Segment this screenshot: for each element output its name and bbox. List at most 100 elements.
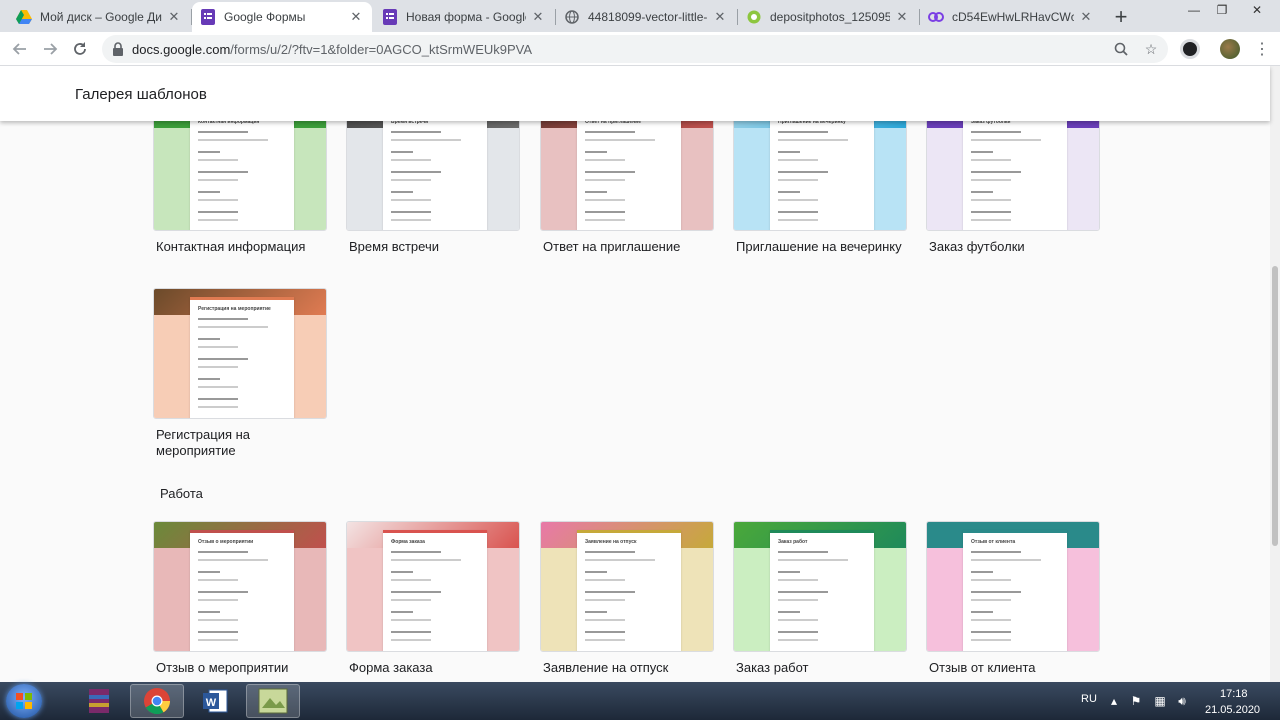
tab-new-form[interactable]: Новая форма - Google ✕: [374, 2, 554, 32]
url-text: docs.google.com/forms/u/2/?ftv=1&folder=…: [132, 42, 532, 57]
preview-line: [778, 191, 800, 193]
template-label[interactable]: Регистрация на мероприятие: [156, 427, 328, 459]
template-label[interactable]: Отзыв о мероприятии: [156, 660, 328, 676]
image-viewer-app[interactable]: [246, 684, 300, 718]
template-label[interactable]: Заявление на отпуск: [543, 660, 715, 676]
preview-line: [778, 199, 818, 201]
preview-line: [778, 619, 818, 621]
template-preview-title: Регистрация на мероприятие: [198, 306, 271, 312]
window-close-icon[interactable]: ✕: [1240, 0, 1274, 20]
globe-icon: [564, 9, 580, 25]
winrar-app[interactable]: [72, 684, 126, 718]
start-button[interactable]: [6, 684, 42, 718]
preview-line: [971, 191, 993, 193]
preview-line: [778, 171, 828, 173]
preview-line: [198, 631, 238, 633]
preview-line: [778, 551, 828, 553]
preview-line: [198, 366, 238, 368]
preview-line: [198, 406, 238, 408]
template-card[interactable]: Отзыв от клиента: [926, 521, 1100, 652]
volume-icon[interactable]: 🔊︎: [1174, 693, 1190, 709]
preview-line: [971, 559, 1041, 561]
preview-line: [198, 551, 248, 553]
word-icon: W: [203, 689, 228, 713]
template-preview-title: Отзыв от клиента: [971, 539, 1016, 545]
preview-line: [585, 191, 607, 193]
extension-icon[interactable]: [1180, 39, 1200, 59]
chevron-up-icon[interactable]: ▴: [1106, 693, 1122, 709]
template-card[interactable]: Заказ работ: [733, 521, 907, 652]
tab-depositphotos[interactable]: depositphotos_1250959 ✕: [738, 2, 918, 32]
url-path: /forms/u/2/?ftv=1&folder=0AGCO_ktSrmWEUk…: [230, 42, 533, 57]
preview-line: [585, 131, 635, 133]
address-bar[interactable]: docs.google.com/forms/u/2/?ftv=1&folder=…: [102, 35, 1168, 63]
action-center-flag-icon[interactable]: ⚑: [1128, 693, 1144, 709]
template-card[interactable]: Регистрация на мероприятие: [153, 288, 327, 419]
clock-date[interactable]: 21.05.2020: [1205, 704, 1260, 716]
word-app[interactable]: W: [188, 684, 242, 718]
scrollbar-thumb[interactable]: [1272, 266, 1278, 546]
tab-link[interactable]: cD54EwHwLRHavCWc8r ✕: [920, 2, 1102, 32]
tab-my-drive[interactable]: Мой диск – Google Дис ✕: [8, 2, 190, 32]
preview-line: [391, 551, 441, 553]
close-icon[interactable]: ✕: [166, 9, 182, 25]
template-card[interactable]: Заявление на отпуск: [540, 521, 714, 652]
close-icon[interactable]: ✕: [894, 9, 910, 25]
template-label[interactable]: Время встречи: [349, 239, 521, 255]
preview-line: [778, 599, 818, 601]
windows-taskbar: W RU ▴ ⚑ ▦ 🔊︎ 17:18 21.05.2020: [0, 682, 1280, 720]
template-form-preview: Заказ футболки: [963, 110, 1067, 230]
preview-line: [585, 139, 655, 141]
reload-icon[interactable]: [68, 37, 92, 61]
preview-line: [971, 551, 1021, 553]
scrollbar[interactable]: [1270, 66, 1280, 682]
template-form-preview: Отзыв от клиента: [963, 530, 1067, 651]
preview-line: [778, 631, 818, 633]
bookmark-star-icon[interactable]: ☆: [1142, 40, 1160, 58]
preview-line: [971, 219, 1011, 221]
template-label[interactable]: Форма заказа: [349, 660, 521, 676]
template-card[interactable]: Отзыв о мероприятии: [153, 521, 327, 652]
close-icon[interactable]: ✕: [348, 9, 364, 25]
template-label[interactable]: Заказ работ: [736, 660, 908, 676]
template-card[interactable]: Форма заказа: [346, 521, 520, 652]
new-tab-plus-icon[interactable]: +: [1108, 4, 1134, 30]
minimize-icon[interactable]: —: [1180, 0, 1208, 20]
close-icon[interactable]: ✕: [712, 9, 728, 25]
menu-kebab-icon[interactable]: ⋮: [1250, 37, 1274, 61]
preview-line: [971, 591, 1021, 593]
preview-line: [778, 159, 818, 161]
forward-arrow-icon[interactable]: [38, 37, 62, 61]
clock-time[interactable]: 17:18: [1220, 688, 1248, 700]
template-label[interactable]: Отзыв от клиента: [929, 660, 1101, 676]
template-preview-title: Заказ работ: [778, 539, 808, 545]
template-label[interactable]: Заказ футболки: [929, 239, 1101, 255]
tab-vector-image[interactable]: 44818099-vector-little-b ✕: [556, 2, 736, 32]
template-label[interactable]: Приглашение на вечеринку: [736, 239, 908, 255]
template-label[interactable]: Контактная информация: [156, 239, 328, 255]
close-icon[interactable]: ✕: [530, 9, 546, 25]
preview-line: [198, 346, 238, 348]
close-icon[interactable]: ✕: [1078, 9, 1094, 25]
preview-line: [198, 639, 238, 641]
zoom-search-icon[interactable]: [1112, 40, 1130, 58]
preview-line: [778, 639, 818, 641]
profile-avatar[interactable]: [1220, 39, 1240, 59]
template-label[interactable]: Ответ на приглашение: [543, 239, 715, 255]
preview-line: [198, 398, 238, 400]
lock-icon: [113, 42, 123, 56]
page-content: Галерея шаблонов Контактная информация Ко…: [0, 66, 1280, 682]
preview-line: [391, 179, 431, 181]
back-arrow-icon[interactable]: [8, 37, 32, 61]
chrome-app[interactable]: [130, 684, 184, 718]
network-icon[interactable]: ▦: [1152, 693, 1168, 709]
preview-line: [198, 139, 268, 141]
template-form-preview: Время встречи: [383, 110, 487, 230]
preview-line: [971, 619, 1011, 621]
input-language[interactable]: RU: [1081, 693, 1097, 705]
maximize-icon[interactable]: ❐: [1208, 0, 1236, 20]
tab-google-forms[interactable]: Google Формы ✕: [192, 2, 372, 32]
preview-line: [198, 579, 238, 581]
template-form-preview: Отзыв о мероприятии: [190, 530, 294, 651]
template-preview-title: Форма заказа: [391, 539, 425, 545]
